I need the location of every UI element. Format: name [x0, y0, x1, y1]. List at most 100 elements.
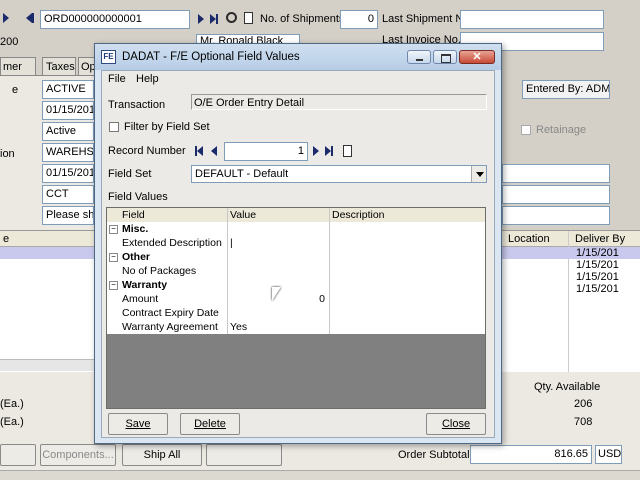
ship-all-button[interactable]: Ship All	[122, 444, 202, 466]
grid-field-value[interactable]: |	[227, 236, 329, 250]
grid-field-row[interactable]: No of Packages	[107, 264, 485, 278]
qty-available-label: Qty. Available	[534, 381, 601, 393]
grid-field-value[interactable]	[227, 306, 329, 320]
collapse-icon[interactable]: −	[109, 253, 118, 262]
order-number-field[interactable]: ORD000000000001	[40, 10, 190, 29]
grid-field-name: Other	[122, 251, 151, 263]
deliver-date-4: 1/15/201	[576, 283, 619, 295]
grid-category-row[interactable]: − Other	[107, 250, 485, 264]
detail-col-header-deliver-by: Deliver By	[575, 233, 626, 245]
close-icon: ✕	[472, 51, 482, 63]
field-values-label: Field Values	[108, 191, 168, 203]
grid-field-description	[329, 264, 485, 278]
deliver-date-2: 1/15/201	[576, 259, 619, 271]
maximize-icon	[441, 54, 451, 63]
app-logo-icon: FE	[101, 50, 116, 64]
collapse-icon[interactable]: −	[109, 225, 118, 234]
grid-field-row[interactable]: Contract Expiry Date	[107, 306, 485, 320]
order-status-field: Active	[42, 122, 94, 141]
order-subtotal-label: Order Subtotal	[398, 449, 470, 461]
tab-taxes[interactable]: Taxes	[42, 57, 76, 75]
new-document-icon[interactable]	[244, 12, 253, 24]
detail-col-header-location: Location	[508, 233, 550, 245]
collapse-icon[interactable]: −	[109, 281, 118, 290]
close-button[interactable]: Close	[426, 413, 486, 435]
field-set-select[interactable]: DEFAULT - Default	[191, 165, 487, 183]
search-icon[interactable]	[226, 12, 237, 23]
ship-via-field[interactable]: CCT	[42, 185, 94, 204]
components-button[interactable]: Components...	[40, 444, 116, 466]
grid-field-value[interactable]	[227, 250, 329, 264]
no-of-shipments-field: 0	[340, 10, 378, 29]
grid-category-row[interactable]: − Misc.	[107, 222, 485, 236]
grid-field-name: Warranty Agreement	[122, 321, 218, 333]
entered-by-field: Entered By: ADMIN	[522, 80, 610, 99]
grid-category-row[interactable]: − Warranty	[107, 278, 485, 292]
grid-field-name: Amount	[122, 293, 159, 305]
menu-help[interactable]: Help	[136, 73, 159, 85]
grid-field-value[interactable]	[227, 222, 329, 236]
grid-field-name: Misc.	[122, 223, 149, 235]
last-record-nav-icon[interactable]	[210, 14, 218, 27]
minimize-icon	[416, 59, 423, 61]
grid-field-name: Contract Expiry Date	[122, 307, 219, 319]
retainage-checkbox[interactable]	[521, 125, 531, 135]
field-set-label: Field Set	[108, 168, 152, 180]
left-edge-button[interactable]	[0, 444, 36, 466]
minimize-button[interactable]	[407, 50, 431, 64]
grid-field-row[interactable]: Extended Description |	[107, 236, 485, 250]
deliver-date-3: 1/15/201	[576, 271, 619, 283]
grid-field-description	[329, 278, 485, 292]
close-window-button[interactable]: ✕	[459, 50, 495, 64]
record-new-icon[interactable]	[343, 145, 352, 157]
left-label-status: e	[12, 84, 19, 96]
record-last-icon[interactable]	[325, 146, 333, 159]
prev-record-nav-icon[interactable]	[26, 13, 34, 26]
tab-customer[interactable]: mer	[0, 57, 36, 75]
last-shipment-field	[460, 10, 604, 29]
grid-field-description	[329, 306, 485, 320]
bottom-toolbar	[0, 470, 640, 480]
next-record-nav-icon[interactable]	[198, 14, 204, 27]
ship-date-field[interactable]: 01/15/2019	[42, 164, 94, 183]
location-field[interactable]: WAREHS	[42, 143, 94, 162]
order-subtotal-field: 816.65	[470, 445, 592, 464]
filter-by-field-set-checkbox[interactable]	[109, 122, 119, 132]
record-number-label: Record Number	[108, 145, 186, 157]
order-date-field[interactable]: 01/15/2019	[42, 101, 94, 120]
menu-file[interactable]: File	[108, 73, 126, 85]
field-values-grid-header: Field Value Description	[107, 208, 485, 223]
record-next-icon[interactable]	[313, 146, 319, 159]
grid-field-description	[329, 236, 485, 250]
filter-by-field-set-label: Filter by Field Set	[124, 121, 210, 133]
record-first-icon[interactable]	[195, 146, 203, 159]
delete-button[interactable]: Delete	[180, 413, 240, 435]
dialog-title-bar[interactable]: FE DADAT - F/E Optional Field Values ✕	[95, 44, 501, 70]
grid-field-description	[329, 320, 485, 334]
right-field-1[interactable]	[502, 164, 610, 183]
qty-value-2: 708	[574, 416, 593, 428]
right-field-2[interactable]	[502, 185, 610, 204]
col-header-field: Field	[122, 209, 145, 221]
next-action-button[interactable]	[206, 444, 282, 466]
grid-field-description	[329, 250, 485, 264]
deliver-date-1: 1/15/201	[576, 247, 619, 259]
record-prev-icon[interactable]	[211, 146, 217, 159]
detail-grid-scrollbar[interactable]	[0, 359, 94, 371]
maximize-button[interactable]	[433, 50, 457, 64]
record-number-field[interactable]: 1	[224, 142, 308, 161]
first-record-nav-icon[interactable]	[3, 13, 9, 26]
instructions-field[interactable]: Please ship	[42, 206, 94, 225]
field-set-dropdown-button[interactable]	[471, 166, 486, 182]
grid-field-row[interactable]: Amount 0	[107, 292, 485, 306]
right-field-3[interactable]	[502, 206, 610, 225]
save-button[interactable]: Save	[108, 413, 168, 435]
grid-field-value[interactable]	[227, 264, 329, 278]
currency-field: USD	[595, 445, 622, 464]
grid-field-value[interactable]: Yes	[227, 320, 329, 334]
dialog-body: File Help Transaction O/E Order Entry De…	[101, 70, 495, 438]
detail-col-header-left: e	[3, 233, 10, 245]
grid-field-row[interactable]: Warranty Agreement Yes	[107, 320, 485, 334]
col-header-value: Value	[230, 209, 257, 221]
dialog-title: DADAT - F/E Optional Field Values	[122, 51, 300, 63]
